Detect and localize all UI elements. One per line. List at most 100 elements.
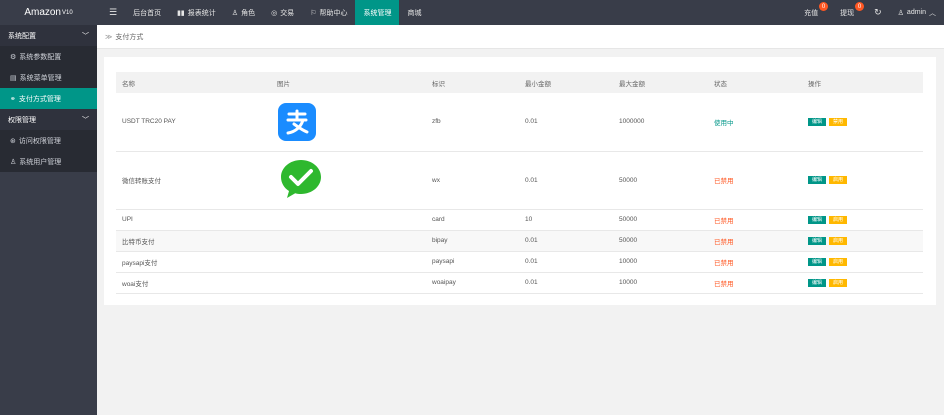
table-row: UPI card 10 50000 已禁用 编辑 启用 [116,209,923,231]
sidebar-item-label: 系统用户管理 [19,158,62,166]
nav-item-label: 交易 [280,9,295,17]
withdraw-button[interactable]: 提现 0 [832,0,865,25]
cell-code: zfb [426,93,519,152]
toggle-button[interactable]: 启用 [829,236,847,245]
menu-toggle-icon[interactable]: ☰ [97,0,125,25]
cell-image [271,93,426,152]
nav-item-label: 后台首页 [133,9,162,17]
user-menu[interactable]: ♙ admin ︿ [890,0,944,25]
content-card: 名称 图片 标识 最小金额 最大金额 状态 操作 USDT TRC20 PAY … [104,57,936,305]
breadcrumb-label[interactable]: 支付方式 [115,32,143,42]
nav-item-label: 商城 [407,9,422,17]
cell-min: 0.01 [519,230,613,252]
cell-max: 10000 [613,251,708,273]
cell-status: 使用中 [708,93,802,152]
user-name: admin [906,9,926,16]
withdraw-badge: 0 [855,2,865,11]
col-min: 最小金额 [519,72,613,93]
user-icon: ♙ [10,158,17,166]
cell-actions: 编辑 启用 [802,209,923,231]
chevron-down-icon: ﹀ [82,116,89,124]
col-status: 状态 [708,72,802,93]
cell-actions: 编辑 启用 [802,230,923,252]
breadcrumb: ≫ 支付方式 [97,25,944,49]
cell-image [271,272,426,294]
sidebar-item-access[interactable]: ⊛ 访问权限管理 [0,130,97,151]
user-icon: ♙ [897,9,904,17]
cell-image [271,151,426,210]
nav-item-label: 角色 [241,9,256,17]
nav-item-help[interactable]: ⚐ 帮助中心 [302,0,355,25]
col-image: 图片 [271,72,426,93]
link-icon: ⚭ [10,95,16,103]
cell-name: paysapi支付 [116,251,271,273]
sidebar-group-config[interactable]: 系统配置 ﹀ [0,25,97,46]
logo-text: Amazon [24,7,61,18]
recharge-badge: 0 [819,2,829,11]
table-row: 比特币支付 bipay 0.01 50000 已禁用 编辑 启用 [116,230,923,252]
toggle-button[interactable]: 启用 [829,176,847,184]
recharge-button[interactable]: 充值 0 [796,0,829,25]
gear-icon: ⚙ [10,53,17,61]
col-code: 标识 [426,72,519,93]
recharge-label: 充值 [804,9,819,17]
edit-button[interactable]: 编辑 [808,117,826,126]
toggle-button[interactable]: 启用 [829,257,847,266]
nav-item-trade[interactable]: ◎ 交易 [263,0,302,25]
cell-code: woaipay [426,272,519,294]
withdraw-label: 提现 [840,9,855,17]
edit-button[interactable]: 编辑 [808,176,826,184]
col-name: 名称 [116,72,271,93]
cell-min: 10 [519,209,613,231]
cell-code: bipay [426,230,519,252]
logo-version: V10 [62,9,73,16]
cell-status: 已禁用 [708,151,802,210]
cell-max: 10000 [613,272,708,294]
edit-button[interactable]: 编辑 [808,257,826,266]
sidebar-item-label: 系统菜单管理 [19,74,62,82]
sidebar-item-label: 访问权限管理 [18,137,61,145]
edit-button[interactable]: 编辑 [808,236,826,245]
nav-item-roles[interactable]: ♙ 角色 [224,0,263,25]
app-logo[interactable]: Amazon V10 [0,0,97,25]
table-row: paysapi支付 paysapi 0.01 10000 已禁用 编辑 启用 [116,251,923,273]
cell-status: 已禁用 [708,230,802,252]
menu-icon: ▤ [10,74,17,82]
cell-name: 微信转账支付 [116,151,271,210]
cell-code: card [426,209,519,231]
cell-actions: 编辑 启用 [802,272,923,294]
sidebar-group-label: 权限管理 [8,116,36,124]
nav-item-mall[interactable]: 商城 [399,0,429,25]
table-row: USDT TRC20 PAY zfb 0.01 1000000 使用中 编辑 禁用 [116,93,923,152]
toggle-button[interactable]: 启用 [829,215,847,224]
chevron-up-icon: ︿ [929,9,936,17]
nav-item-label: 系统管理 [363,9,392,17]
cell-max: 50000 [613,230,708,252]
sidebar-item-users[interactable]: ♙ 系统用户管理 [0,151,97,172]
sidebar-item-menus[interactable]: ▤ 系统菜单管理 [0,67,97,88]
edit-button[interactable]: 编辑 [808,278,826,287]
cell-name: USDT TRC20 PAY [116,93,271,152]
edit-button[interactable]: 编辑 [808,215,826,224]
sidebar-group-permissions[interactable]: 权限管理 ﹀ [0,109,97,130]
cell-max: 50000 [613,209,708,231]
bar-chart-icon: ▮▮ [177,9,185,17]
toggle-button[interactable]: 禁用 [829,117,847,126]
nav-item-label: 报表统计 [187,9,216,17]
shield-icon: ⊛ [10,137,16,145]
table-header-row: 名称 图片 标识 最小金额 最大金额 状态 操作 [116,72,923,93]
sidebar-item-params[interactable]: ⚙ 系统参数配置 [0,46,97,67]
nav-item-home[interactable]: 后台首页 [125,0,169,25]
cell-status: 已禁用 [708,272,802,294]
sidebar: 系统配置 ﹀ ⚙ 系统参数配置 ▤ 系统菜单管理 ⚭ 支付方式管理 权限管理 ﹀ ⊛ 访… [0,25,97,415]
nav-item-reports[interactable]: ▮▮ 报表统计 [169,0,224,25]
sidebar-item-label: 支付方式管理 [18,95,61,103]
cell-actions: 编辑 启用 [802,251,923,273]
nav-item-system[interactable]: 系统管理 [355,0,400,25]
cell-min: 0.01 [519,251,613,273]
toggle-button[interactable]: 启用 [829,278,847,287]
sidebar-item-payment[interactable]: ⚭ 支付方式管理 [0,88,97,109]
cell-status: 已禁用 [708,251,802,273]
refresh-icon[interactable]: ↻ [866,0,890,25]
cell-name: woai支付 [116,272,271,294]
